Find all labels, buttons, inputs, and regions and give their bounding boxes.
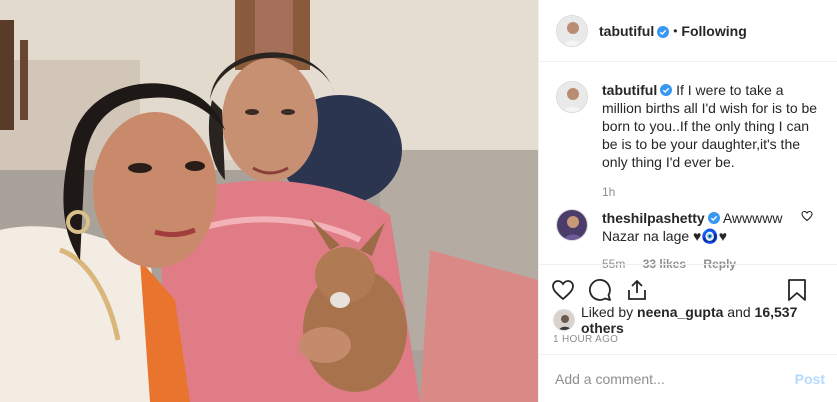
liker-avatar[interactable] [553,309,575,331]
verified-badge-icon [660,82,673,96]
post-sidebar: tabutiful • Following tabutiful If I wer… [538,0,837,402]
caption-author-avatar-image [557,82,587,112]
post-timestamp[interactable]: 1 HOUR AGO [553,334,618,345]
bookmark-icon[interactable] [786,278,808,302]
following-button[interactable]: Following [681,23,746,39]
post-comment-button[interactable]: Post [795,371,825,387]
liked-by-username[interactable]: neena_gupta [637,304,723,320]
header-separator: • [673,23,678,38]
author-avatar[interactable] [556,14,588,47]
post-header: tabutiful • Following [539,0,837,62]
likes-text: Liked by neena_gupta and 16,537 others [581,304,829,336]
caption-body: tabutiful If I were to take a million bi… [602,81,823,201]
likes-joiner: and [727,304,751,320]
caption-comment: tabutiful If I were to take a million bi… [556,81,823,201]
share-icon[interactable] [625,278,649,302]
verified-badge-icon [707,210,720,224]
commenter-avatar[interactable] [556,209,588,241]
author-avatar-image [557,15,587,46]
heart-icon[interactable] [551,278,575,302]
post-photo[interactable] [0,0,538,402]
liker-avatar-image [554,310,574,330]
verified-badge-icon [657,25,670,38]
post-photo-image [0,0,538,402]
author-username[interactable]: tabutiful [599,23,654,39]
comment-bubble-icon[interactable] [588,278,612,302]
post-actions [539,264,837,304]
add-comment-bar: Post [539,354,837,402]
likes-summary: Liked by neena_gupta and 16,537 others [553,304,829,336]
comment-like-heart-icon[interactable] [801,209,813,225]
commenter-avatar-image [557,210,587,240]
caption-age[interactable]: 1h [602,185,615,199]
commenter-username[interactable]: theshilpashetty [602,210,705,226]
add-comment-input[interactable] [555,370,795,387]
caption-meta: 1h [602,183,823,201]
likes-prefix: Liked by [581,304,634,320]
comments-list: tabutiful If I were to take a million bi… [539,63,837,271]
caption-author-avatar[interactable] [556,81,588,113]
caption-username[interactable]: tabutiful [602,82,657,98]
instagram-post: tabutiful • Following tabutiful If I wer… [0,0,837,402]
